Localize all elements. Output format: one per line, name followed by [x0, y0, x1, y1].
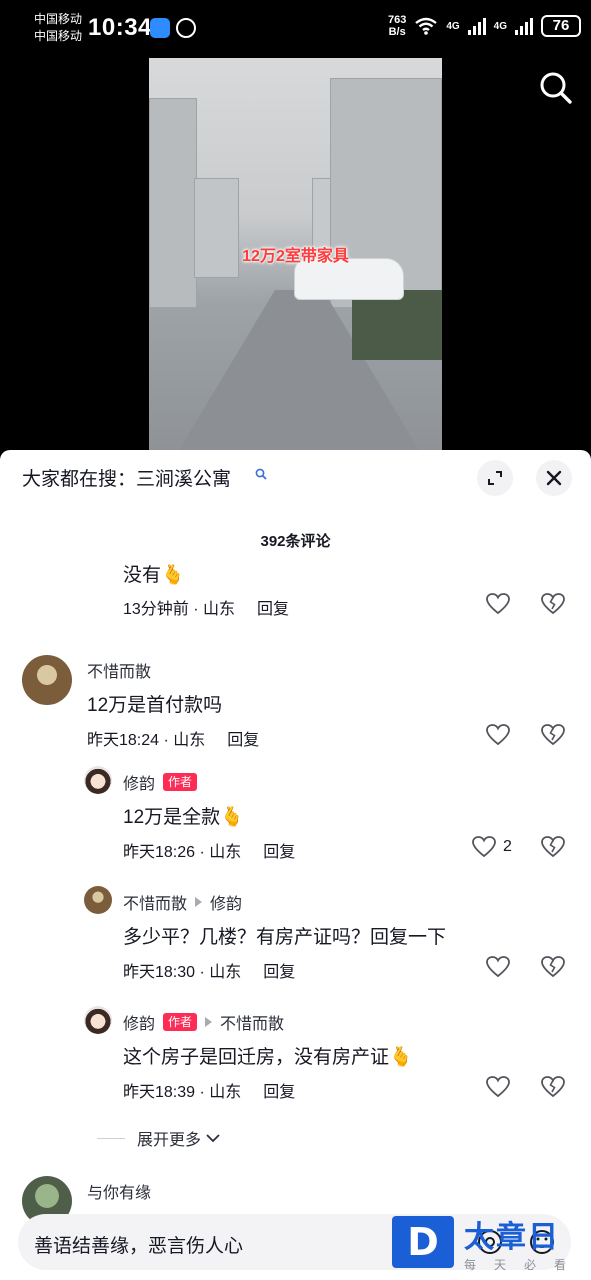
comment-location: 山东 — [173, 732, 206, 749]
comment-text: 没有🫰 — [123, 565, 185, 586]
network-speed: 763 B/s — [388, 14, 406, 38]
expand-icon — [488, 471, 502, 485]
heart-icon[interactable] — [485, 955, 511, 979]
clock: 10:34 — [88, 14, 152, 41]
heart-icon — [472, 836, 496, 858]
comment-sheet: 大家都在搜：三涧溪公寓 392条评论 没有🫰 13分钟前 · 山东 回复 不惜而散… — [0, 450, 591, 1280]
speed-value: 763 — [387, 14, 407, 26]
chevron-down-icon — [206, 1134, 220, 1143]
comment-count: 392条评论 — [260, 533, 331, 550]
comment-username-row: 修韵 作者 — [123, 770, 198, 794]
watermark-logo: D — [392, 1216, 454, 1268]
comment-username[interactable]: 修韵 — [123, 770, 155, 794]
carrier-1: 中国移动 — [34, 12, 83, 26]
reply-to-username[interactable]: 不惜而散 — [220, 1010, 284, 1034]
broken-heart-icon[interactable] — [540, 835, 566, 859]
author-badge: 作者 — [163, 1013, 198, 1031]
signal-icon-2 — [515, 17, 533, 35]
reply-button[interactable]: 回复 — [263, 964, 295, 981]
avatar[interactable] — [84, 1006, 112, 1034]
reply-arrow-icon — [205, 1017, 213, 1027]
reply-arrow-icon — [195, 897, 203, 907]
comment-text: 这个房子是回迁房，没有房产证🫰 — [123, 1047, 413, 1068]
comment-meta: 昨天18:24 · 山东 回复 — [87, 732, 260, 749]
signal-icon-1 — [467, 17, 486, 35]
close-button[interactable] — [536, 460, 572, 496]
comment-input-placeholder: 善语结善缘，恶言伤人心 — [34, 1236, 244, 1257]
comment-time: 昨天18:39 — [123, 1084, 196, 1101]
comment-username-row: 不惜而散 修韵 — [123, 890, 242, 914]
comment-location: 山东 — [209, 844, 242, 861]
reply-button[interactable]: 回复 — [263, 1084, 295, 1101]
alarm-icon — [176, 18, 196, 38]
expand-more-replies[interactable]: 展开更多 — [97, 1126, 221, 1150]
speed-unit: B/s — [388, 26, 406, 38]
broken-heart-icon[interactable] — [540, 1075, 566, 1099]
comment-location: 山东 — [209, 964, 242, 981]
building-left — [149, 98, 197, 308]
carrier-info: 中国移动 中国移动 — [34, 11, 82, 45]
status-right: 763 B/s 4G 4G 76 — [388, 14, 581, 38]
comment-meta: 昨天18:30 · 山东 回复 — [123, 964, 296, 981]
comment-text: 12万是首付款吗 — [87, 695, 223, 716]
status-bar: 中国移动 中国移动 10:34 763 B/s 4G 4G 76 — [0, 0, 591, 56]
comment-text: 12万是全款🫰 — [123, 807, 244, 828]
author-badge: 作者 — [163, 773, 198, 791]
avatar[interactable] — [84, 766, 112, 794]
broken-heart-icon[interactable] — [540, 592, 566, 616]
watermark-name: 太章日 — [464, 1221, 560, 1254]
search-icon[interactable] — [536, 68, 576, 108]
network-type-1: 4G — [446, 20, 460, 32]
network-type-2: 4G — [493, 20, 507, 32]
carrier-2: 中国移动 — [34, 29, 83, 43]
avatar[interactable] — [22, 655, 72, 705]
comment-username[interactable]: 与你有缘 — [87, 1179, 151, 1203]
hedge — [352, 290, 442, 360]
video-caption: 12万2室带家具 — [242, 248, 349, 265]
app-notification-icon — [150, 18, 170, 38]
heart-icon[interactable] — [485, 592, 511, 616]
reply-to-username[interactable]: 修韵 — [210, 890, 242, 914]
wifi-icon — [415, 17, 438, 35]
comment-username[interactable]: 修韵 — [123, 1010, 155, 1034]
hot-search-link[interactable]: 大家都在搜：三涧溪公寓 — [22, 464, 231, 491]
hot-search-keyword: 三涧溪公寓 — [136, 469, 232, 490]
watermark-subtitle: 每天必看 — [464, 1258, 585, 1272]
hot-search-prefix: 大家都在搜： — [22, 469, 137, 490]
broken-heart-icon[interactable] — [540, 723, 566, 747]
small-search-icon — [255, 468, 267, 480]
reply-button[interactable]: 回复 — [227, 732, 259, 749]
comment-username-row: 修韵 作者 不惜而散 — [123, 1010, 284, 1034]
divider — [97, 1137, 125, 1139]
comment-time: 昨天18:24 — [87, 732, 160, 749]
watermark: D 太章日 每天必看 — [392, 1212, 591, 1280]
comment-username[interactable]: 不惜而散 — [87, 658, 151, 682]
comment-time: 13分钟前 — [123, 601, 189, 618]
expand-button[interactable] — [477, 460, 513, 496]
like-button[interactable]: 2 — [471, 835, 512, 859]
comment-time: 昨天18:26 — [123, 844, 196, 861]
reply-button[interactable]: 回复 — [257, 601, 289, 618]
video-player[interactable]: 12万2室带家具 — [149, 58, 442, 450]
like-count: 2 — [503, 838, 512, 855]
heart-icon[interactable] — [485, 723, 511, 747]
close-icon — [546, 470, 562, 486]
comment-text: 多少平？几楼？有房产证吗？回复一下 — [123, 927, 447, 948]
avatar[interactable] — [84, 886, 112, 914]
expand-more-label: 展开更多 — [137, 1132, 202, 1149]
battery-indicator: 76 — [541, 15, 581, 37]
comment-meta: 昨天18:39 · 山东 回复 — [123, 1084, 296, 1101]
comment-meta: 昨天18:26 · 山东 回复 — [123, 844, 296, 861]
comment-username[interactable]: 不惜而散 — [123, 890, 187, 914]
reply-button[interactable]: 回复 — [263, 844, 295, 861]
comment-meta: 13分钟前 · 山东 回复 — [123, 601, 290, 618]
heart-icon[interactable] — [485, 1075, 511, 1099]
comment-location: 山东 — [203, 601, 236, 618]
broken-heart-icon[interactable] — [540, 955, 566, 979]
comment-time: 昨天18:30 — [123, 964, 196, 981]
comment-location: 山东 — [209, 1084, 242, 1101]
